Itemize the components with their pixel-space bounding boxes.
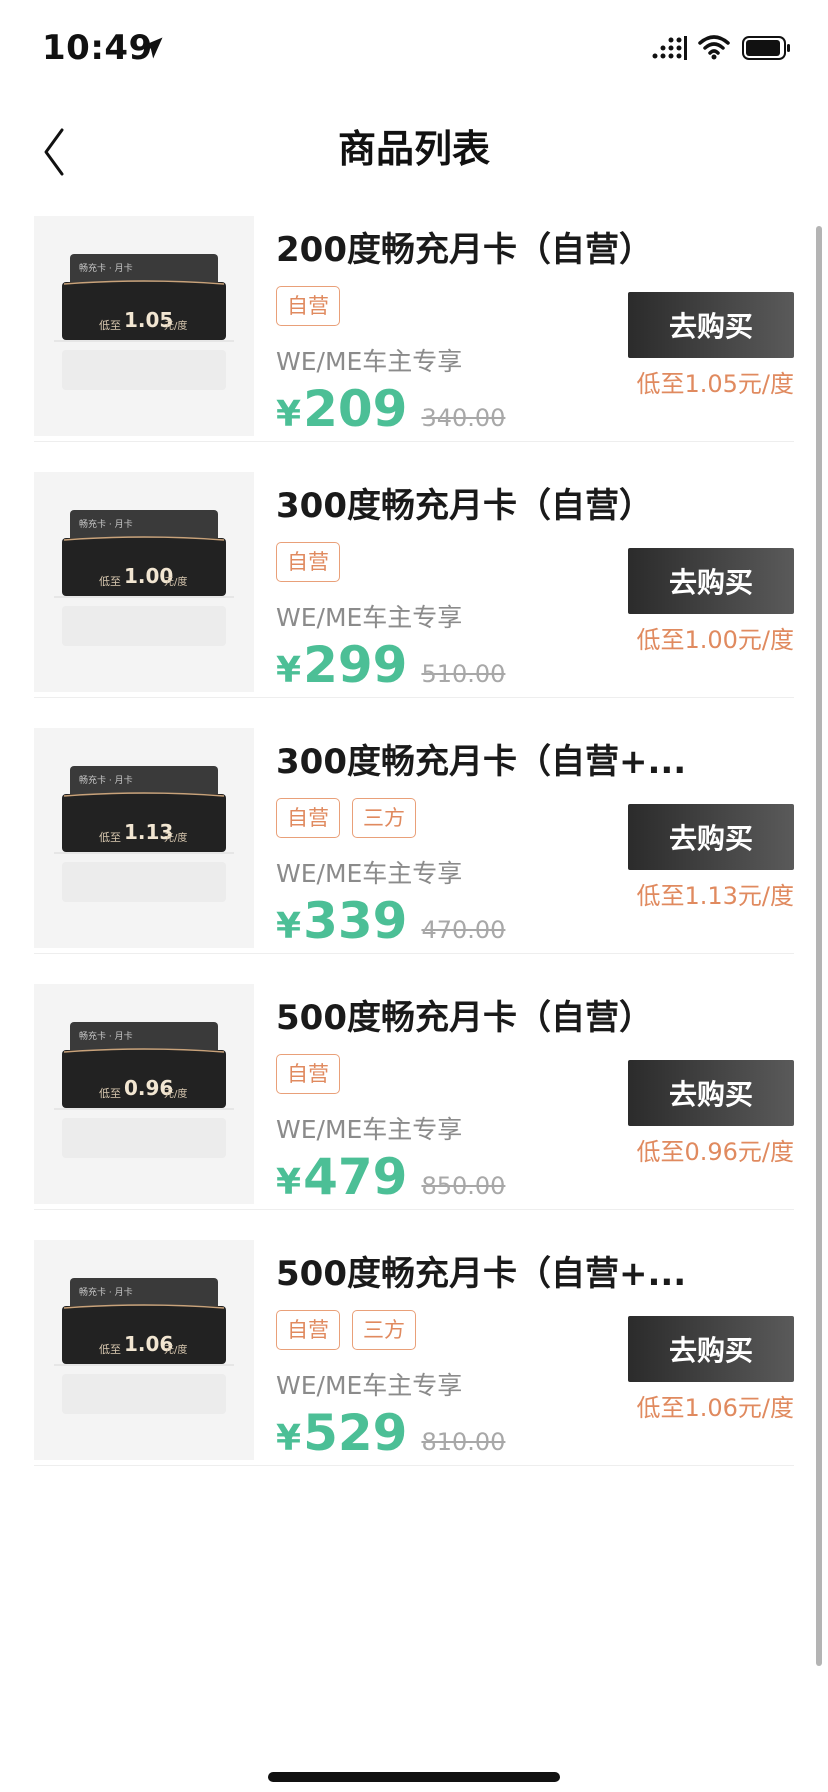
location-arrow-icon: [141, 37, 163, 59]
product-title[interactable]: 500度畅充月卡（自营）: [276, 990, 696, 1039]
price-row: ¥209 340.00: [276, 380, 505, 438]
product-description: WE/ME车主专享: [276, 603, 463, 632]
nav-bar: 商品列表: [0, 100, 828, 210]
product-description: WE/ME车主专享: [276, 859, 463, 888]
product-title[interactable]: 500度畅充月卡（自营+...: [276, 1246, 696, 1295]
status-bar: 10:49: [0, 0, 828, 100]
tag-list: 自营 三方: [276, 1310, 416, 1350]
price-row: ¥529 810.00: [276, 1404, 505, 1462]
product-title[interactable]: 300度畅充月卡（自营）: [276, 478, 696, 527]
price-value: 529: [303, 1404, 408, 1462]
thumbnail-unit: 元/度: [164, 1089, 188, 1100]
product-thumbnail[interactable]: 畅充卡 · 月卡 低至 1.06 元/度: [34, 1240, 254, 1460]
tag-list: 自营: [276, 286, 340, 326]
buy-button[interactable]: 去购买: [628, 1316, 794, 1382]
price-value: 209: [303, 380, 408, 438]
tag-badge: 自营: [276, 798, 340, 838]
thumbnail-label: 畅充卡 · 月卡: [79, 1288, 133, 1298]
tag-list: 自营: [276, 542, 340, 582]
unit-price: 低至1.05元/度: [636, 370, 794, 398]
original-price: 850.00: [421, 1172, 506, 1200]
product-item[interactable]: 畅充卡 · 月卡 低至 1.00 元/度 300度畅充月卡（自营） 自营 WE/…: [34, 472, 794, 698]
unit-price: 低至1.00元/度: [636, 626, 794, 654]
home-indicator[interactable]: [268, 1772, 560, 1782]
thumbnail-unit: 元/度: [164, 321, 188, 332]
tag-badge: 自营: [276, 286, 340, 326]
scrollbar[interactable]: [816, 226, 822, 1666]
currency-symbol: ¥: [276, 650, 302, 691]
tag-badge: 三方: [352, 798, 416, 838]
price-row: ¥299 510.00: [276, 636, 505, 694]
product-title[interactable]: 200度畅充月卡（自营）: [276, 222, 696, 271]
tag-badge: 自营: [276, 1054, 340, 1094]
unit-price: 低至1.13元/度: [636, 882, 794, 910]
buy-button[interactable]: 去购买: [628, 1060, 794, 1126]
original-price: 340.00: [421, 404, 506, 432]
signal-icon: [652, 36, 687, 60]
wifi-icon: [698, 35, 730, 60]
thumbnail-unit: 元/度: [164, 577, 188, 588]
thumbnail-prefix: 低至: [99, 575, 121, 588]
sale-price: ¥299: [276, 636, 407, 694]
price-value: 479: [303, 1148, 408, 1206]
tag-list: 自营: [276, 1054, 340, 1094]
currency-symbol: ¥: [276, 1162, 302, 1203]
product-item[interactable]: 畅充卡 · 月卡 低至 1.05 元/度 200度畅充月卡（自营） 自营 WE/…: [34, 216, 794, 442]
product-item[interactable]: 畅充卡 · 月卡 低至 1.13 元/度 300度畅充月卡（自营+... 自营三…: [34, 728, 794, 954]
thumbnail-prefix: 低至: [99, 319, 121, 332]
currency-symbol: ¥: [276, 1418, 302, 1459]
thumbnail-label: 畅充卡 · 月卡: [79, 776, 133, 786]
product-title[interactable]: 300度畅充月卡（自营+...: [276, 734, 696, 783]
product-thumbnail[interactable]: 畅充卡 · 月卡 低至 1.00 元/度: [34, 472, 254, 692]
unit-price: 低至0.96元/度: [636, 1138, 794, 1166]
product-description: WE/ME车主专享: [276, 347, 463, 376]
thumbnail-prefix: 低至: [99, 1087, 121, 1100]
product-description: WE/ME车主专享: [276, 1371, 463, 1400]
original-price: 470.00: [421, 916, 506, 944]
thumbnail-label: 畅充卡 · 月卡: [79, 1032, 133, 1042]
sale-price: ¥479: [276, 1148, 407, 1206]
tag-badge: 三方: [352, 1310, 416, 1350]
status-time: 10:49: [42, 28, 153, 68]
product-description: WE/ME车主专享: [276, 1115, 463, 1144]
thumbnail-label: 畅充卡 · 月卡: [79, 264, 133, 274]
tag-badge: 自营: [276, 542, 340, 582]
buy-button[interactable]: 去购买: [628, 292, 794, 358]
page-title: 商品列表: [337, 127, 490, 171]
thumbnail-prefix: 低至: [99, 1343, 121, 1356]
sale-price: ¥529: [276, 1404, 407, 1462]
thumbnail-prefix: 低至: [99, 831, 121, 844]
product-item[interactable]: 畅充卡 · 月卡 低至 1.06 元/度 500度畅充月卡（自营+... 自营三…: [34, 1240, 794, 1466]
product-thumbnail[interactable]: 畅充卡 · 月卡 低至 1.13 元/度: [34, 728, 254, 948]
thumbnail-label: 畅充卡 · 月卡: [79, 520, 133, 530]
original-price: 810.00: [421, 1428, 506, 1456]
tag-badge: 自营: [276, 1310, 340, 1350]
price-row: ¥339 470.00: [276, 892, 505, 950]
product-thumbnail[interactable]: 畅充卡 · 月卡 低至 1.05 元/度: [34, 216, 254, 436]
battery-icon: [742, 36, 790, 60]
tag-list: 自营 三方: [276, 798, 416, 838]
product-list: 畅充卡 · 月卡 低至 1.05 元/度 200度畅充月卡（自营） 自营 WE/…: [34, 216, 794, 1496]
product-item[interactable]: 畅充卡 · 月卡 低至 0.96 元/度 500度畅充月卡（自营） 自营 WE/…: [34, 984, 794, 1210]
currency-symbol: ¥: [276, 906, 302, 947]
currency-symbol: ¥: [276, 394, 302, 435]
price-value: 299: [303, 636, 408, 694]
sale-price: ¥339: [276, 892, 407, 950]
buy-button[interactable]: 去购买: [628, 548, 794, 614]
price-row: ¥479 850.00: [276, 1148, 505, 1206]
product-thumbnail[interactable]: 畅充卡 · 月卡 低至 0.96 元/度: [34, 984, 254, 1204]
unit-price: 低至1.06元/度: [636, 1394, 794, 1422]
sale-price: ¥209: [276, 380, 407, 438]
thumbnail-unit: 元/度: [164, 1345, 188, 1356]
original-price: 510.00: [421, 660, 506, 688]
buy-button[interactable]: 去购买: [628, 804, 794, 870]
price-value: 339: [303, 892, 408, 950]
thumbnail-unit: 元/度: [164, 833, 188, 844]
